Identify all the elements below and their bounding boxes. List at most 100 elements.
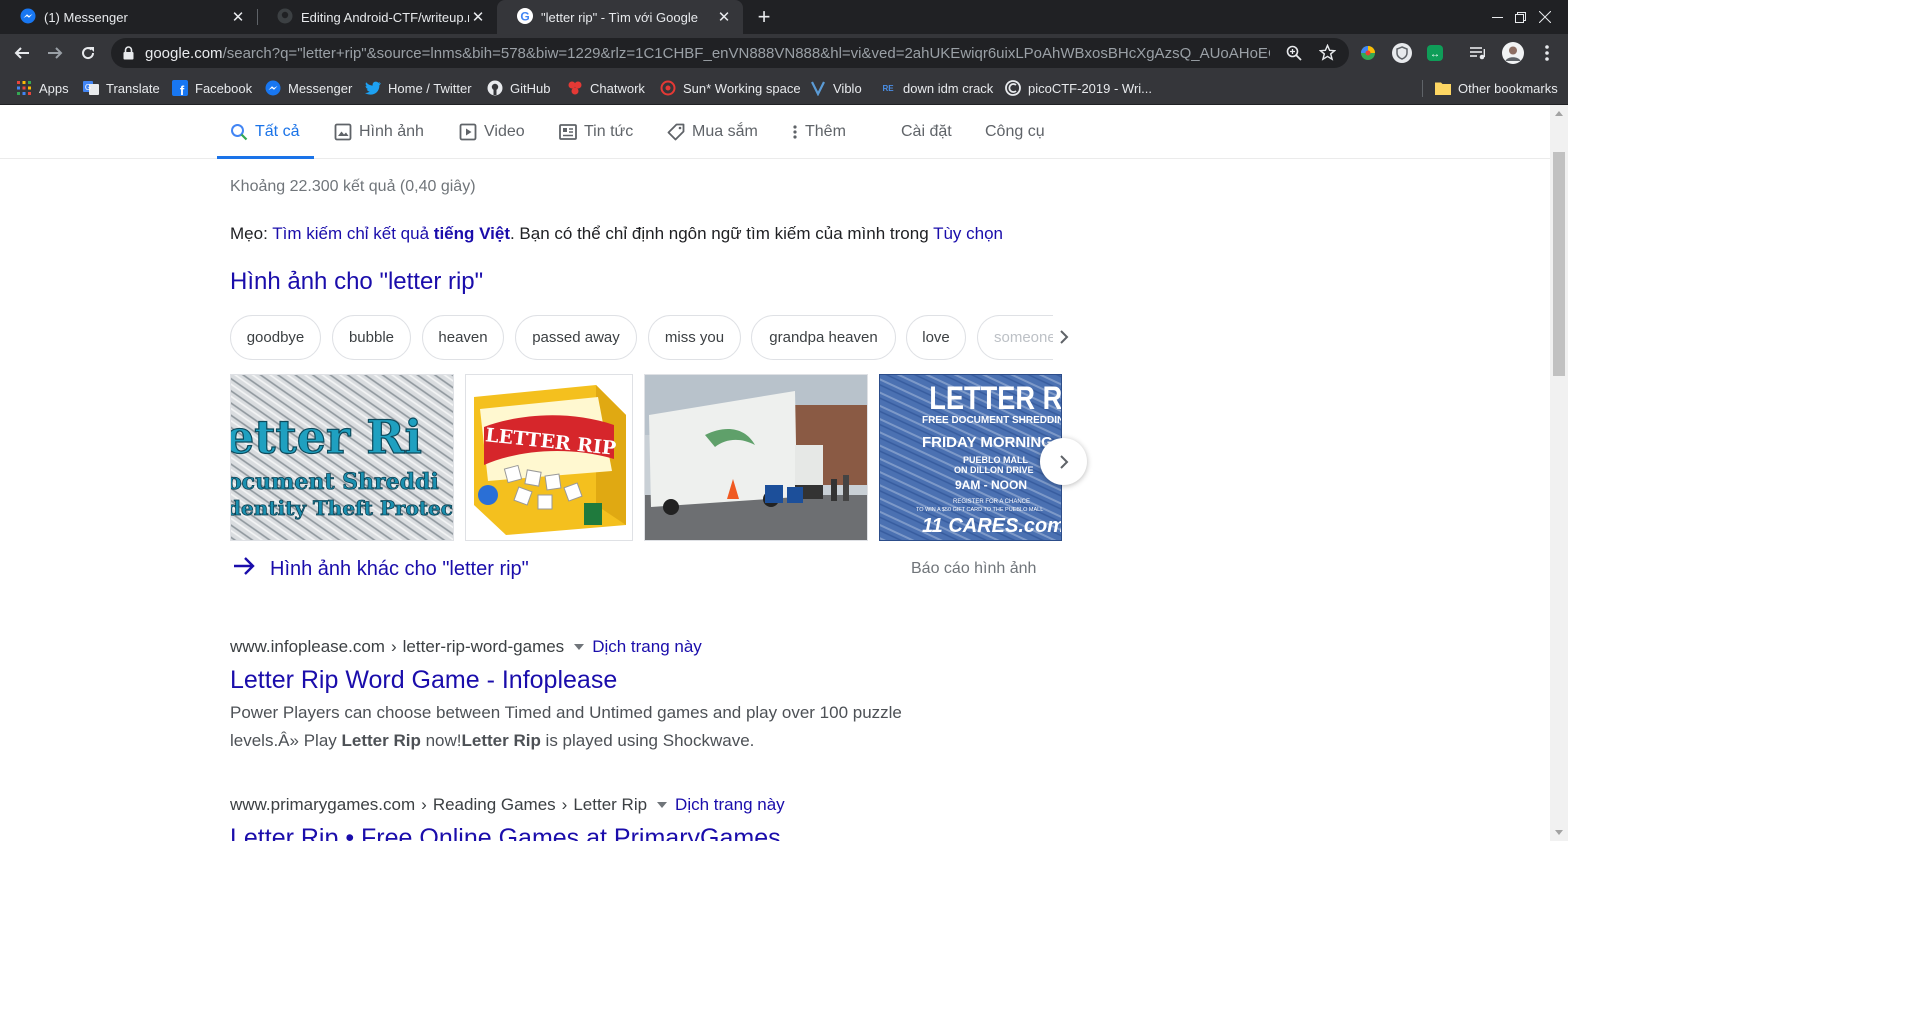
chip-passed-away[interactable]: passed away <box>515 315 637 360</box>
translate-page-link[interactable]: Dịch trang này <box>592 637 702 657</box>
tools-link[interactable]: Công cụ <box>985 105 1045 159</box>
bookmark-translate[interactable]: G Translate <box>83 78 160 98</box>
thumb4-line1: FREE DOCUMENT SHREDDING <box>922 415 1062 426</box>
image-icon <box>334 123 352 141</box>
bookmark-messenger[interactable]: Messenger <box>265 78 352 98</box>
chip-goodbye[interactable]: goodbye <box>230 315 321 360</box>
svg-text:RE: RE <box>882 84 894 93</box>
bookmark-viblo[interactable]: Viblo <box>810 78 862 98</box>
viblo-icon <box>810 80 826 96</box>
image-thumbnail-3[interactable] <box>644 374 868 541</box>
other-bookmarks[interactable]: Other bookmarks <box>1435 78 1558 98</box>
bookmark-label: Translate <box>106 80 160 96</box>
bookmark-picoctf[interactable]: picoCTF-2019 - Wri... <box>1005 78 1152 98</box>
bookmark-github[interactable]: GitHub <box>487 78 550 98</box>
close-tab-icon[interactable]: ✕ <box>715 8 733 26</box>
chips-chevron-right-icon[interactable] <box>1054 327 1074 347</box>
zoom-icon[interactable] <box>1286 45 1302 66</box>
bookmark-label: Facebook <box>195 80 253 96</box>
search-type-nav: Tất cả Hình ảnh Video Tin tức Mua sắm Th… <box>0 105 1550 159</box>
media-control-icon[interactable] <box>1467 42 1489 64</box>
tag-icon <box>667 123 685 141</box>
report-images-link[interactable]: Báo cáo hình ảnh <box>911 560 1036 578</box>
url-host: google.com <box>145 45 223 62</box>
lock-icon[interactable] <box>123 46 134 65</box>
translate-page-link[interactable]: Dịch trang này <box>675 795 785 815</box>
bookmark-chatwork[interactable]: Chatwork <box>567 78 645 98</box>
search-result: www.primarygames.com › Reading Games › L… <box>230 795 785 841</box>
scrollbar-thumb[interactable] <box>1553 152 1565 376</box>
close-tab-icon[interactable]: ✕ <box>469 8 487 26</box>
bookmark-twitter[interactable]: Home / Twitter <box>365 78 472 98</box>
extension-colorful-icon[interactable] <box>1357 42 1379 64</box>
new-tab-button[interactable]: + <box>752 4 776 29</box>
browser-tab-github[interactable]: Editing Android-CTF/writeup.md ✕ <box>257 0 497 34</box>
chatwork-icon <box>567 80 583 96</box>
tab-shopping[interactable]: Mua sắm <box>667 105 758 159</box>
breadcrumb-separator: › <box>390 637 397 656</box>
settings-link[interactable]: Cài đặt <box>901 105 952 159</box>
thumb4-line2: FRIDAY MORNING <box>922 434 1053 451</box>
image-thumbnail-1[interactable]: etter Ri ocument Shreddi dentity Theft P… <box>230 374 454 541</box>
tab-label: Tin tức <box>584 123 634 140</box>
svg-text:↔: ↔ <box>1430 49 1440 60</box>
svg-text:f: f <box>180 83 185 96</box>
reload-button[interactable] <box>75 40 101 66</box>
extension-green-icon[interactable]: ↔ <box>1424 42 1446 64</box>
chip-grandpa-heaven[interactable]: grandpa heaven <box>751 315 896 360</box>
twitter-icon <box>365 80 381 96</box>
scroll-up-icon[interactable] <box>1555 111 1563 116</box>
chip-heaven[interactable]: heaven <box>422 315 504 360</box>
tab-video[interactable]: Video <box>459 105 525 159</box>
tab-news[interactable]: Tin tức <box>559 105 633 159</box>
tab-images[interactable]: Hình ảnh <box>334 105 424 159</box>
chip-love[interactable]: love <box>906 315 966 360</box>
result-options-dropdown-icon[interactable] <box>657 802 668 808</box>
images-heading-link[interactable]: Hình ảnh cho "letter rip" <box>230 268 483 296</box>
result-path: Letter Rip <box>573 795 648 814</box>
more-images-link[interactable]: Hình ảnh khác cho "letter rip" <box>232 556 529 582</box>
github-icon <box>487 80 503 96</box>
result-domain: www.infoplease.com <box>230 637 385 656</box>
messenger-icon <box>265 80 281 96</box>
image-thumbnail-4[interactable]: LETTER RIP FREE DOCUMENT SHREDDING FRIDA… <box>879 374 1062 541</box>
more-vert-icon <box>792 124 798 140</box>
browser-tab-google[interactable]: G "letter rip" - Tìm với Google ✕ <box>497 0 743 34</box>
browser-tab-messenger[interactable]: (1) Messenger ✕ <box>0 0 257 34</box>
tip-link-text: Tìm kiếm chỉ kết quả <box>272 224 434 243</box>
tab-more[interactable]: Thêm <box>792 105 846 159</box>
chip-someone[interactable]: someone <box>977 315 1053 360</box>
page-scrollbar[interactable] <box>1550 105 1568 841</box>
close-tab-icon[interactable]: ✕ <box>229 8 247 26</box>
bookmark-apps[interactable]: Apps <box>16 78 69 98</box>
scroll-down-icon[interactable] <box>1555 830 1563 835</box>
menu-more-icon[interactable] <box>1536 42 1558 64</box>
chip-miss-you[interactable]: miss you <box>648 315 741 360</box>
tab-strip: (1) Messenger ✕ Editing Android-CTF/writ… <box>0 0 1568 34</box>
result-title-link[interactable]: Letter Rip • Free Online Games at Primar… <box>230 824 785 841</box>
carousel-next-button[interactable] <box>1040 438 1087 485</box>
address-bar[interactable]: google.com/search?q="letter+rip"&source=… <box>111 38 1349 68</box>
bookmark-star-icon[interactable] <box>1318 43 1337 66</box>
thumb1-line3: dentity Theft Protecti <box>231 496 454 520</box>
forward-button[interactable] <box>42 40 68 66</box>
back-button[interactable] <box>9 40 35 66</box>
bookmark-sun-working-space[interactable]: Sun* Working space <box>660 78 801 98</box>
bookmark-down-idm-crack[interactable]: RE down idm crack <box>880 78 993 98</box>
preferences-link[interactable]: Tùy chọn <box>933 224 1003 243</box>
chevron-right-icon <box>1059 454 1068 469</box>
profile-avatar[interactable] <box>1502 42 1524 64</box>
result-title-link[interactable]: Letter Rip Word Game - Infoplease <box>230 666 950 695</box>
bookmark-facebook[interactable]: f Facebook <box>172 78 252 98</box>
extension-shield-icon[interactable] <box>1391 42 1413 64</box>
github-icon <box>277 8 293 27</box>
result-options-dropdown-icon[interactable] <box>574 644 585 650</box>
chip-bubble[interactable]: bubble <box>332 315 411 360</box>
arrow-right-icon <box>232 556 256 582</box>
tab-all[interactable]: Tất cả <box>216 105 316 159</box>
result-snippet: Power Players can choose between Timed a… <box>230 699 950 755</box>
tab-label: Thêm <box>805 123 846 140</box>
vietnamese-only-link[interactable]: Tìm kiếm chỉ kết quả tiếng Việt <box>272 224 510 243</box>
close-window-button[interactable] <box>1522 0 1568 34</box>
image-thumbnail-2[interactable]: LETTER RIP <box>465 374 633 541</box>
